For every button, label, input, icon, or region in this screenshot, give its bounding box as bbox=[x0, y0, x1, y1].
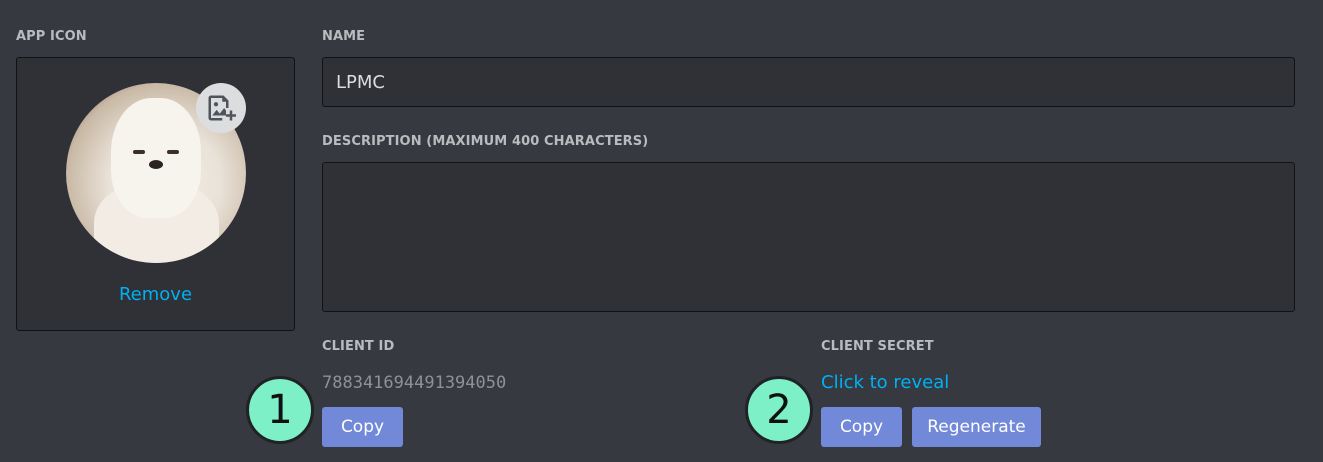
remove-icon-link[interactable]: Remove bbox=[17, 284, 294, 305]
client-id-value: 788341694491394050 bbox=[322, 373, 507, 393]
app-icon-dropzone[interactable]: Remove bbox=[16, 57, 295, 331]
avatar-dog-face bbox=[111, 98, 201, 218]
reveal-secret-link[interactable]: Click to reveal bbox=[821, 372, 949, 393]
copy-client-id-button[interactable]: Copy bbox=[322, 407, 403, 447]
name-label: NAME bbox=[322, 29, 366, 44]
app-icon-label: APP ICON bbox=[16, 29, 87, 44]
avatar-eye-left bbox=[133, 150, 145, 154]
annotation-marker-1: 1 bbox=[246, 376, 314, 444]
name-input[interactable]: LPMC bbox=[322, 57, 1295, 107]
copy-client-secret-button[interactable]: Copy bbox=[821, 407, 902, 447]
image-plus-icon-svg bbox=[208, 95, 236, 121]
client-secret-label: CLIENT SECRET bbox=[821, 339, 934, 354]
regenerate-secret-button[interactable]: Regenerate bbox=[912, 407, 1041, 447]
description-label: DESCRIPTION (MAXIMUM 400 CHARACTERS) bbox=[322, 134, 649, 149]
image-plus-icon[interactable] bbox=[196, 83, 246, 133]
annotation-marker-2: 2 bbox=[745, 376, 813, 444]
avatar-nose bbox=[149, 160, 163, 169]
description-textarea[interactable] bbox=[322, 162, 1295, 312]
avatar-eye-right bbox=[167, 150, 179, 154]
client-id-label: CLIENT ID bbox=[322, 339, 395, 354]
